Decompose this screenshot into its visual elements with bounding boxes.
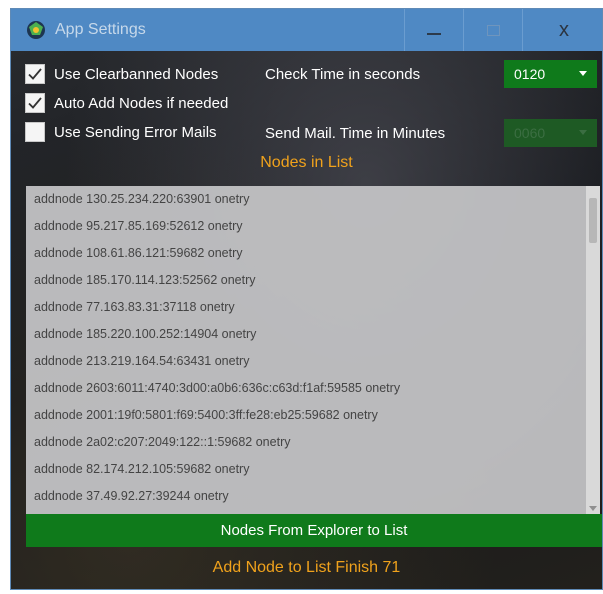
use-error-mails-checkbox[interactable]: [25, 122, 45, 142]
node-list-item[interactable]: addnode 108.61.86.121:59682 onetry: [26, 240, 600, 267]
node-list-item[interactable]: addnode 185.170.114.123:52562 onetry: [26, 267, 600, 294]
app-settings-window: App Settings x Use Clearbanned Nodes Aut…: [10, 8, 603, 590]
use-clearbanned-checkbox[interactable]: [25, 64, 45, 84]
window-title: App Settings: [55, 21, 146, 38]
close-button[interactable]: x: [522, 9, 602, 51]
node-list-item[interactable]: addnode 95.217.85.169:52612 onetry: [26, 213, 600, 240]
scroll-down-icon[interactable]: [589, 506, 597, 511]
minimize-button[interactable]: [404, 9, 463, 51]
auto-add-label: Auto Add Nodes if needed: [54, 94, 229, 112]
send-mail-time-value: 0060: [514, 125, 546, 141]
scrollbar-thumb[interactable]: [589, 198, 597, 243]
maximize-button[interactable]: [463, 9, 522, 51]
use-clearbanned-row[interactable]: Use Clearbanned Nodes: [25, 64, 218, 84]
send-mail-time-label: Send Mail. Time in Minutes: [265, 125, 446, 142]
nodes-from-explorer-button[interactable]: Nodes From Explorer to List: [26, 514, 602, 547]
use-error-mails-row[interactable]: Use Sending Error Mails: [25, 122, 217, 142]
node-list-item[interactable]: addnode 2a02:c207:2049:122::1:59682 onet…: [26, 429, 600, 456]
minimize-icon: [427, 33, 441, 35]
use-error-mails-label: Use Sending Error Mails: [54, 123, 217, 141]
node-list-item[interactable]: addnode 37.49.92.27:39244 onetry: [26, 483, 600, 510]
check-time-select[interactable]: 0120: [504, 60, 597, 88]
close-icon: x: [559, 19, 569, 41]
chevron-down-icon: [579, 130, 587, 135]
checkmark-icon: [28, 97, 42, 109]
node-list-item[interactable]: addnode 213.219.164.54:63431 onetry: [26, 348, 600, 375]
node-list-item[interactable]: addnode 185.220.100.252:14904 onetry: [26, 321, 600, 348]
node-list-item[interactable]: addnode 2001:19f0:5801:f69:5400:3ff:fe28…: [26, 402, 600, 429]
checkmark-icon: [28, 68, 42, 80]
check-time-label: Check Time in seconds: [265, 66, 421, 83]
nodes-list: addnode 130.25.234.220:63901 onetry addno…: [26, 186, 600, 510]
title-bar[interactable]: App Settings x: [11, 9, 602, 51]
chevron-down-icon: [579, 71, 587, 76]
node-list-item[interactable]: addnode 130.25.234.220:63901 onetry: [26, 186, 600, 213]
nodes-listbox[interactable]: addnode 130.25.234.220:63901 onetry addno…: [26, 186, 600, 514]
vertical-scrollbar[interactable]: [586, 186, 600, 514]
check-time-value: 0120: [514, 66, 546, 82]
node-list-item[interactable]: addnode 77.163.83.31:37118 onetry: [26, 294, 600, 321]
nodes-in-list-heading: Nodes in List: [260, 154, 353, 171]
send-mail-time-select[interactable]: 0060: [504, 119, 597, 147]
node-list-item[interactable]: addnode 82.174.212.105:59682 onetry: [26, 456, 600, 483]
node-list-item[interactable]: addnode 2603:6011:4740:3d00:a0b6:636c:c6…: [26, 375, 600, 402]
status-text: Add Node to List Finish 71: [212, 559, 401, 576]
maximize-icon: [486, 24, 500, 36]
app-logo-icon: [27, 21, 45, 39]
use-clearbanned-label: Use Clearbanned Nodes: [54, 65, 219, 83]
auto-add-checkbox[interactable]: [25, 93, 45, 113]
auto-add-row[interactable]: Auto Add Nodes if needed: [25, 93, 228, 113]
